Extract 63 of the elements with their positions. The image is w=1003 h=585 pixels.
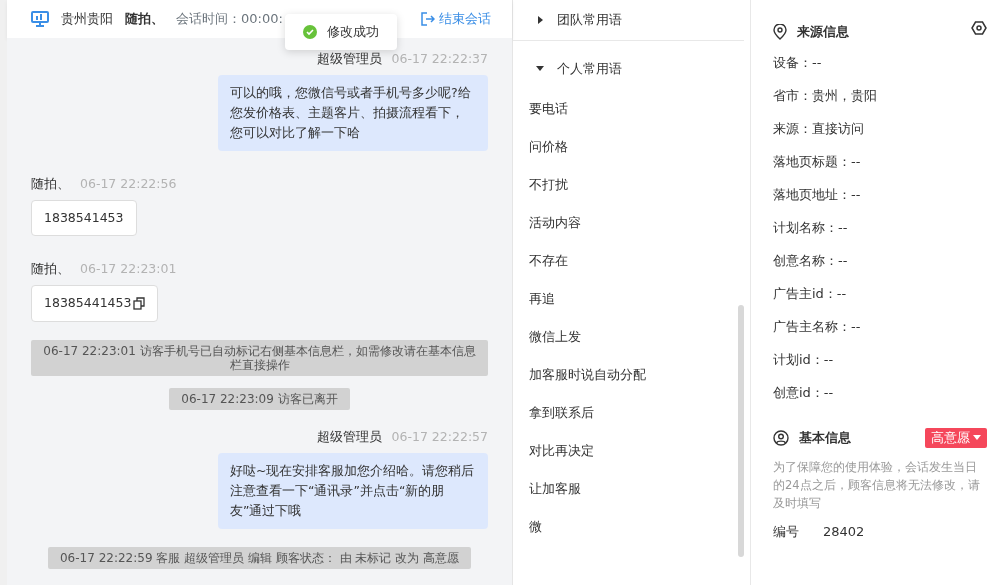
message-time: 06-17 22:22:37 [391,50,488,68]
phrase-item[interactable]: 对比再决定 [513,432,750,470]
phrase-item[interactable]: 问价格 [513,128,750,166]
info-field: 省市：贵州，贵阳 [773,79,987,113]
info-field: 计划id：-- [773,343,987,377]
status-dropdown[interactable]: 高意愿 [925,427,987,449]
message-time: 06-17 22:22:57 [391,427,488,446]
exit-icon [421,12,435,26]
check-circle-icon [303,24,317,39]
session-time: 会话时间：00:00: [176,10,283,29]
system-notice: 06-17 22:22:59 客服 超级管理员 编辑 顾客状态： 由 未标记 改为 高意愿 [47,546,472,569]
phrase-group-header[interactable]: 团队常用语 [513,0,750,40]
copy-icon[interactable] [133,296,146,310]
phrase-item[interactable]: 拿到联系后 [513,394,750,432]
sender-name: 超级管理员 [316,427,382,446]
info-field: 计划名称：-- [773,211,987,245]
sender-name: 随拍、 [31,260,70,279]
info-field: 落地页地址：-- [773,178,987,212]
field-value: 28402 [823,523,865,542]
message-bubble: 1838541453 [31,199,137,237]
section-title: 来源信息 [797,23,850,41]
location-text: 贵州贵阳 [61,10,113,29]
monitor-icon [31,11,49,27]
visitor-name: 随拍、 [125,10,164,29]
section-title: 基本信息 [799,429,852,448]
phrase-item[interactable]: 不打扰 [513,166,750,204]
message-time: 06-17 22:22:56 [80,174,177,193]
phrase-item[interactable]: 不存在 [513,242,750,280]
end-session-button[interactable]: 结束会话 [420,8,492,30]
message-bubble: 好哒~现在安排客服加您介绍哈。请您稍后注意查看一下“通讯录”并点击“新的朋友”通过下哦 [218,452,488,529]
message-time: 06-17 22:23:01 [80,260,177,279]
system-notice: 06-17 22:23:09 访客已离开 [169,387,350,410]
info-field: 广告主名称：-- [773,310,987,344]
system-notice: 06-17 22:23:01 访客手机号已自动标记右侧基本信息栏，如需修改请在基本信息栏直接操作 [31,339,488,376]
phrase-group-header[interactable]: 个人常用语 [513,48,750,88]
scrollbar-thumb[interactable] [738,305,744,557]
message-bubble: 18385441453 [31,285,159,322]
group-title: 个人常用语 [557,59,622,78]
settings-icon[interactable] [971,19,987,36]
sender-name: 超级管理员 [316,50,382,68]
phrase-item[interactable]: 微信上发 [513,318,750,356]
info-field: 广告主id：-- [773,277,987,311]
toast-message: 修改成功 [327,23,379,41]
caret-down-icon [973,434,981,441]
phrase-item[interactable]: 活动内容 [513,204,750,242]
message-bubble: 可以的哦，您微信号或者手机号多少呢?给您发价格表、主题客片、拍摄流程看下，您可以对比了解一下哈 [218,74,488,151]
field-label: 编号 [773,523,799,542]
info-field: 创意名称：-- [773,244,987,278]
location-pin-icon [773,23,787,40]
sender-name: 随拍、 [31,174,70,193]
phrase-item[interactable]: 让加客服 [513,470,750,508]
info-field: 落地页标题：-- [773,145,987,179]
phrase-item[interactable]: 再追 [513,280,750,318]
phrase-item[interactable]: 要电话 [513,90,750,128]
phrase-item[interactable]: 加客服时说自动分配 [513,356,750,394]
group-title: 团队常用语 [557,11,622,29]
info-field: 设备：-- [773,46,987,80]
info-field: 来源：直接访问 [773,112,987,146]
user-circle-icon [773,429,789,446]
caret-right-icon [535,14,545,25]
notice-text: 为了保障您的使用体验，会话发生当日的24点之后，顾客信息将无法修改，请及时填写 [773,459,981,513]
info-field: 创意id：-- [773,376,987,410]
phrase-item[interactable]: 微 [513,508,750,546]
